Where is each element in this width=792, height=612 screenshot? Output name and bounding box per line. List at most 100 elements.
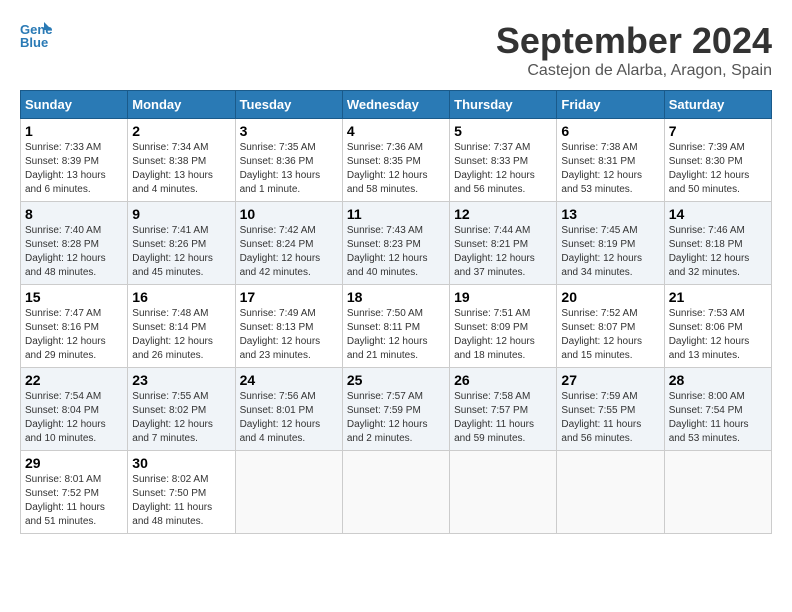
day-cell: 28 Sunrise: 8:00 AMSunset: 7:54 PMDaylig… xyxy=(664,368,771,451)
day-cell: 13 Sunrise: 7:45 AMSunset: 8:19 PMDaylig… xyxy=(557,202,664,285)
week-row-5: 29 Sunrise: 8:01 AMSunset: 7:52 PMDaylig… xyxy=(21,451,772,534)
logo-icon: General Blue xyxy=(20,20,52,48)
day-info: Sunrise: 8:01 AMSunset: 7:52 PMDaylight:… xyxy=(25,473,123,529)
header-row: SundayMondayTuesdayWednesdayThursdayFrid… xyxy=(21,91,772,119)
day-number: 29 xyxy=(25,455,123,471)
day-number: 20 xyxy=(561,289,659,305)
title-block: September 2024 Castejon de Alarba, Arago… xyxy=(496,20,772,80)
day-number: 12 xyxy=(454,206,552,222)
day-info: Sunrise: 7:48 AMSunset: 8:14 PMDaylight:… xyxy=(132,307,230,363)
day-info: Sunrise: 7:34 AMSunset: 8:38 PMDaylight:… xyxy=(132,141,230,197)
day-number: 6 xyxy=(561,123,659,139)
day-number: 21 xyxy=(669,289,767,305)
day-info: Sunrise: 7:59 AMSunset: 7:55 PMDaylight:… xyxy=(561,390,659,446)
day-info: Sunrise: 7:43 AMSunset: 8:23 PMDaylight:… xyxy=(347,224,445,280)
day-cell: 16 Sunrise: 7:48 AMSunset: 8:14 PMDaylig… xyxy=(128,285,235,368)
day-info: Sunrise: 7:37 AMSunset: 8:33 PMDaylight:… xyxy=(454,141,552,197)
day-number: 30 xyxy=(132,455,230,471)
day-info: Sunrise: 7:41 AMSunset: 8:26 PMDaylight:… xyxy=(132,224,230,280)
day-cell: 19 Sunrise: 7:51 AMSunset: 8:09 PMDaylig… xyxy=(450,285,557,368)
day-number: 22 xyxy=(25,372,123,388)
day-number: 15 xyxy=(25,289,123,305)
day-cell: 30 Sunrise: 8:02 AMSunset: 7:50 PMDaylig… xyxy=(128,451,235,534)
day-info: Sunrise: 7:56 AMSunset: 8:01 PMDaylight:… xyxy=(240,390,338,446)
day-cell: 18 Sunrise: 7:50 AMSunset: 8:11 PMDaylig… xyxy=(342,285,449,368)
day-number: 2 xyxy=(132,123,230,139)
day-number: 10 xyxy=(240,206,338,222)
day-cell: 10 Sunrise: 7:42 AMSunset: 8:24 PMDaylig… xyxy=(235,202,342,285)
day-cell xyxy=(557,451,664,534)
day-info: Sunrise: 7:50 AMSunset: 8:11 PMDaylight:… xyxy=(347,307,445,363)
day-info: Sunrise: 7:33 AMSunset: 8:39 PMDaylight:… xyxy=(25,141,123,197)
day-info: Sunrise: 7:55 AMSunset: 8:02 PMDaylight:… xyxy=(132,390,230,446)
day-number: 16 xyxy=(132,289,230,305)
day-cell: 12 Sunrise: 7:44 AMSunset: 8:21 PMDaylig… xyxy=(450,202,557,285)
calendar-table: SundayMondayTuesdayWednesdayThursdayFrid… xyxy=(20,90,772,534)
day-info: Sunrise: 7:47 AMSunset: 8:16 PMDaylight:… xyxy=(25,307,123,363)
day-info: Sunrise: 7:52 AMSunset: 8:07 PMDaylight:… xyxy=(561,307,659,363)
day-number: 17 xyxy=(240,289,338,305)
day-cell: 8 Sunrise: 7:40 AMSunset: 8:28 PMDayligh… xyxy=(21,202,128,285)
week-row-4: 22 Sunrise: 7:54 AMSunset: 8:04 PMDaylig… xyxy=(21,368,772,451)
day-number: 5 xyxy=(454,123,552,139)
day-info: Sunrise: 7:54 AMSunset: 8:04 PMDaylight:… xyxy=(25,390,123,446)
column-header-tuesday: Tuesday xyxy=(235,91,342,119)
column-header-wednesday: Wednesday xyxy=(342,91,449,119)
day-info: Sunrise: 7:39 AMSunset: 8:30 PMDaylight:… xyxy=(669,141,767,197)
day-number: 28 xyxy=(669,372,767,388)
day-number: 18 xyxy=(347,289,445,305)
day-info: Sunrise: 7:38 AMSunset: 8:31 PMDaylight:… xyxy=(561,141,659,197)
logo: General Blue xyxy=(20,20,52,48)
day-info: Sunrise: 7:53 AMSunset: 8:06 PMDaylight:… xyxy=(669,307,767,363)
day-number: 25 xyxy=(347,372,445,388)
day-cell: 4 Sunrise: 7:36 AMSunset: 8:35 PMDayligh… xyxy=(342,119,449,202)
day-cell: 23 Sunrise: 7:55 AMSunset: 8:02 PMDaylig… xyxy=(128,368,235,451)
day-number: 9 xyxy=(132,206,230,222)
day-cell: 20 Sunrise: 7:52 AMSunset: 8:07 PMDaylig… xyxy=(557,285,664,368)
location: Castejon de Alarba, Aragon, Spain xyxy=(496,62,772,80)
day-info: Sunrise: 7:46 AMSunset: 8:18 PMDaylight:… xyxy=(669,224,767,280)
day-number: 8 xyxy=(25,206,123,222)
day-cell xyxy=(450,451,557,534)
day-cell: 1 Sunrise: 7:33 AMSunset: 8:39 PMDayligh… xyxy=(21,119,128,202)
day-number: 27 xyxy=(561,372,659,388)
day-cell: 27 Sunrise: 7:59 AMSunset: 7:55 PMDaylig… xyxy=(557,368,664,451)
day-cell: 26 Sunrise: 7:58 AMSunset: 7:57 PMDaylig… xyxy=(450,368,557,451)
day-info: Sunrise: 7:58 AMSunset: 7:57 PMDaylight:… xyxy=(454,390,552,446)
day-cell: 17 Sunrise: 7:49 AMSunset: 8:13 PMDaylig… xyxy=(235,285,342,368)
day-cell: 2 Sunrise: 7:34 AMSunset: 8:38 PMDayligh… xyxy=(128,119,235,202)
column-header-thursday: Thursday xyxy=(450,91,557,119)
day-info: Sunrise: 8:02 AMSunset: 7:50 PMDaylight:… xyxy=(132,473,230,529)
day-cell: 15 Sunrise: 7:47 AMSunset: 8:16 PMDaylig… xyxy=(21,285,128,368)
day-cell: 21 Sunrise: 7:53 AMSunset: 8:06 PMDaylig… xyxy=(664,285,771,368)
day-number: 11 xyxy=(347,206,445,222)
day-cell: 22 Sunrise: 7:54 AMSunset: 8:04 PMDaylig… xyxy=(21,368,128,451)
day-info: Sunrise: 7:35 AMSunset: 8:36 PMDaylight:… xyxy=(240,141,338,197)
day-info: Sunrise: 7:57 AMSunset: 7:59 PMDaylight:… xyxy=(347,390,445,446)
svg-text:Blue: Blue xyxy=(20,35,48,48)
day-number: 1 xyxy=(25,123,123,139)
page-header: General Blue September 2024 Castejon de … xyxy=(20,20,772,80)
week-row-3: 15 Sunrise: 7:47 AMSunset: 8:16 PMDaylig… xyxy=(21,285,772,368)
day-info: Sunrise: 7:51 AMSunset: 8:09 PMDaylight:… xyxy=(454,307,552,363)
day-cell: 25 Sunrise: 7:57 AMSunset: 7:59 PMDaylig… xyxy=(342,368,449,451)
day-info: Sunrise: 8:00 AMSunset: 7:54 PMDaylight:… xyxy=(669,390,767,446)
day-number: 3 xyxy=(240,123,338,139)
week-row-1: 1 Sunrise: 7:33 AMSunset: 8:39 PMDayligh… xyxy=(21,119,772,202)
day-cell xyxy=(664,451,771,534)
day-cell xyxy=(235,451,342,534)
day-number: 23 xyxy=(132,372,230,388)
day-info: Sunrise: 7:40 AMSunset: 8:28 PMDaylight:… xyxy=(25,224,123,280)
day-info: Sunrise: 7:36 AMSunset: 8:35 PMDaylight:… xyxy=(347,141,445,197)
week-row-2: 8 Sunrise: 7:40 AMSunset: 8:28 PMDayligh… xyxy=(21,202,772,285)
day-cell xyxy=(342,451,449,534)
day-info: Sunrise: 7:44 AMSunset: 8:21 PMDaylight:… xyxy=(454,224,552,280)
day-number: 4 xyxy=(347,123,445,139)
day-cell: 9 Sunrise: 7:41 AMSunset: 8:26 PMDayligh… xyxy=(128,202,235,285)
day-cell: 5 Sunrise: 7:37 AMSunset: 8:33 PMDayligh… xyxy=(450,119,557,202)
day-cell: 11 Sunrise: 7:43 AMSunset: 8:23 PMDaylig… xyxy=(342,202,449,285)
day-number: 14 xyxy=(669,206,767,222)
day-number: 19 xyxy=(454,289,552,305)
day-cell: 14 Sunrise: 7:46 AMSunset: 8:18 PMDaylig… xyxy=(664,202,771,285)
month-title: September 2024 xyxy=(496,20,772,62)
